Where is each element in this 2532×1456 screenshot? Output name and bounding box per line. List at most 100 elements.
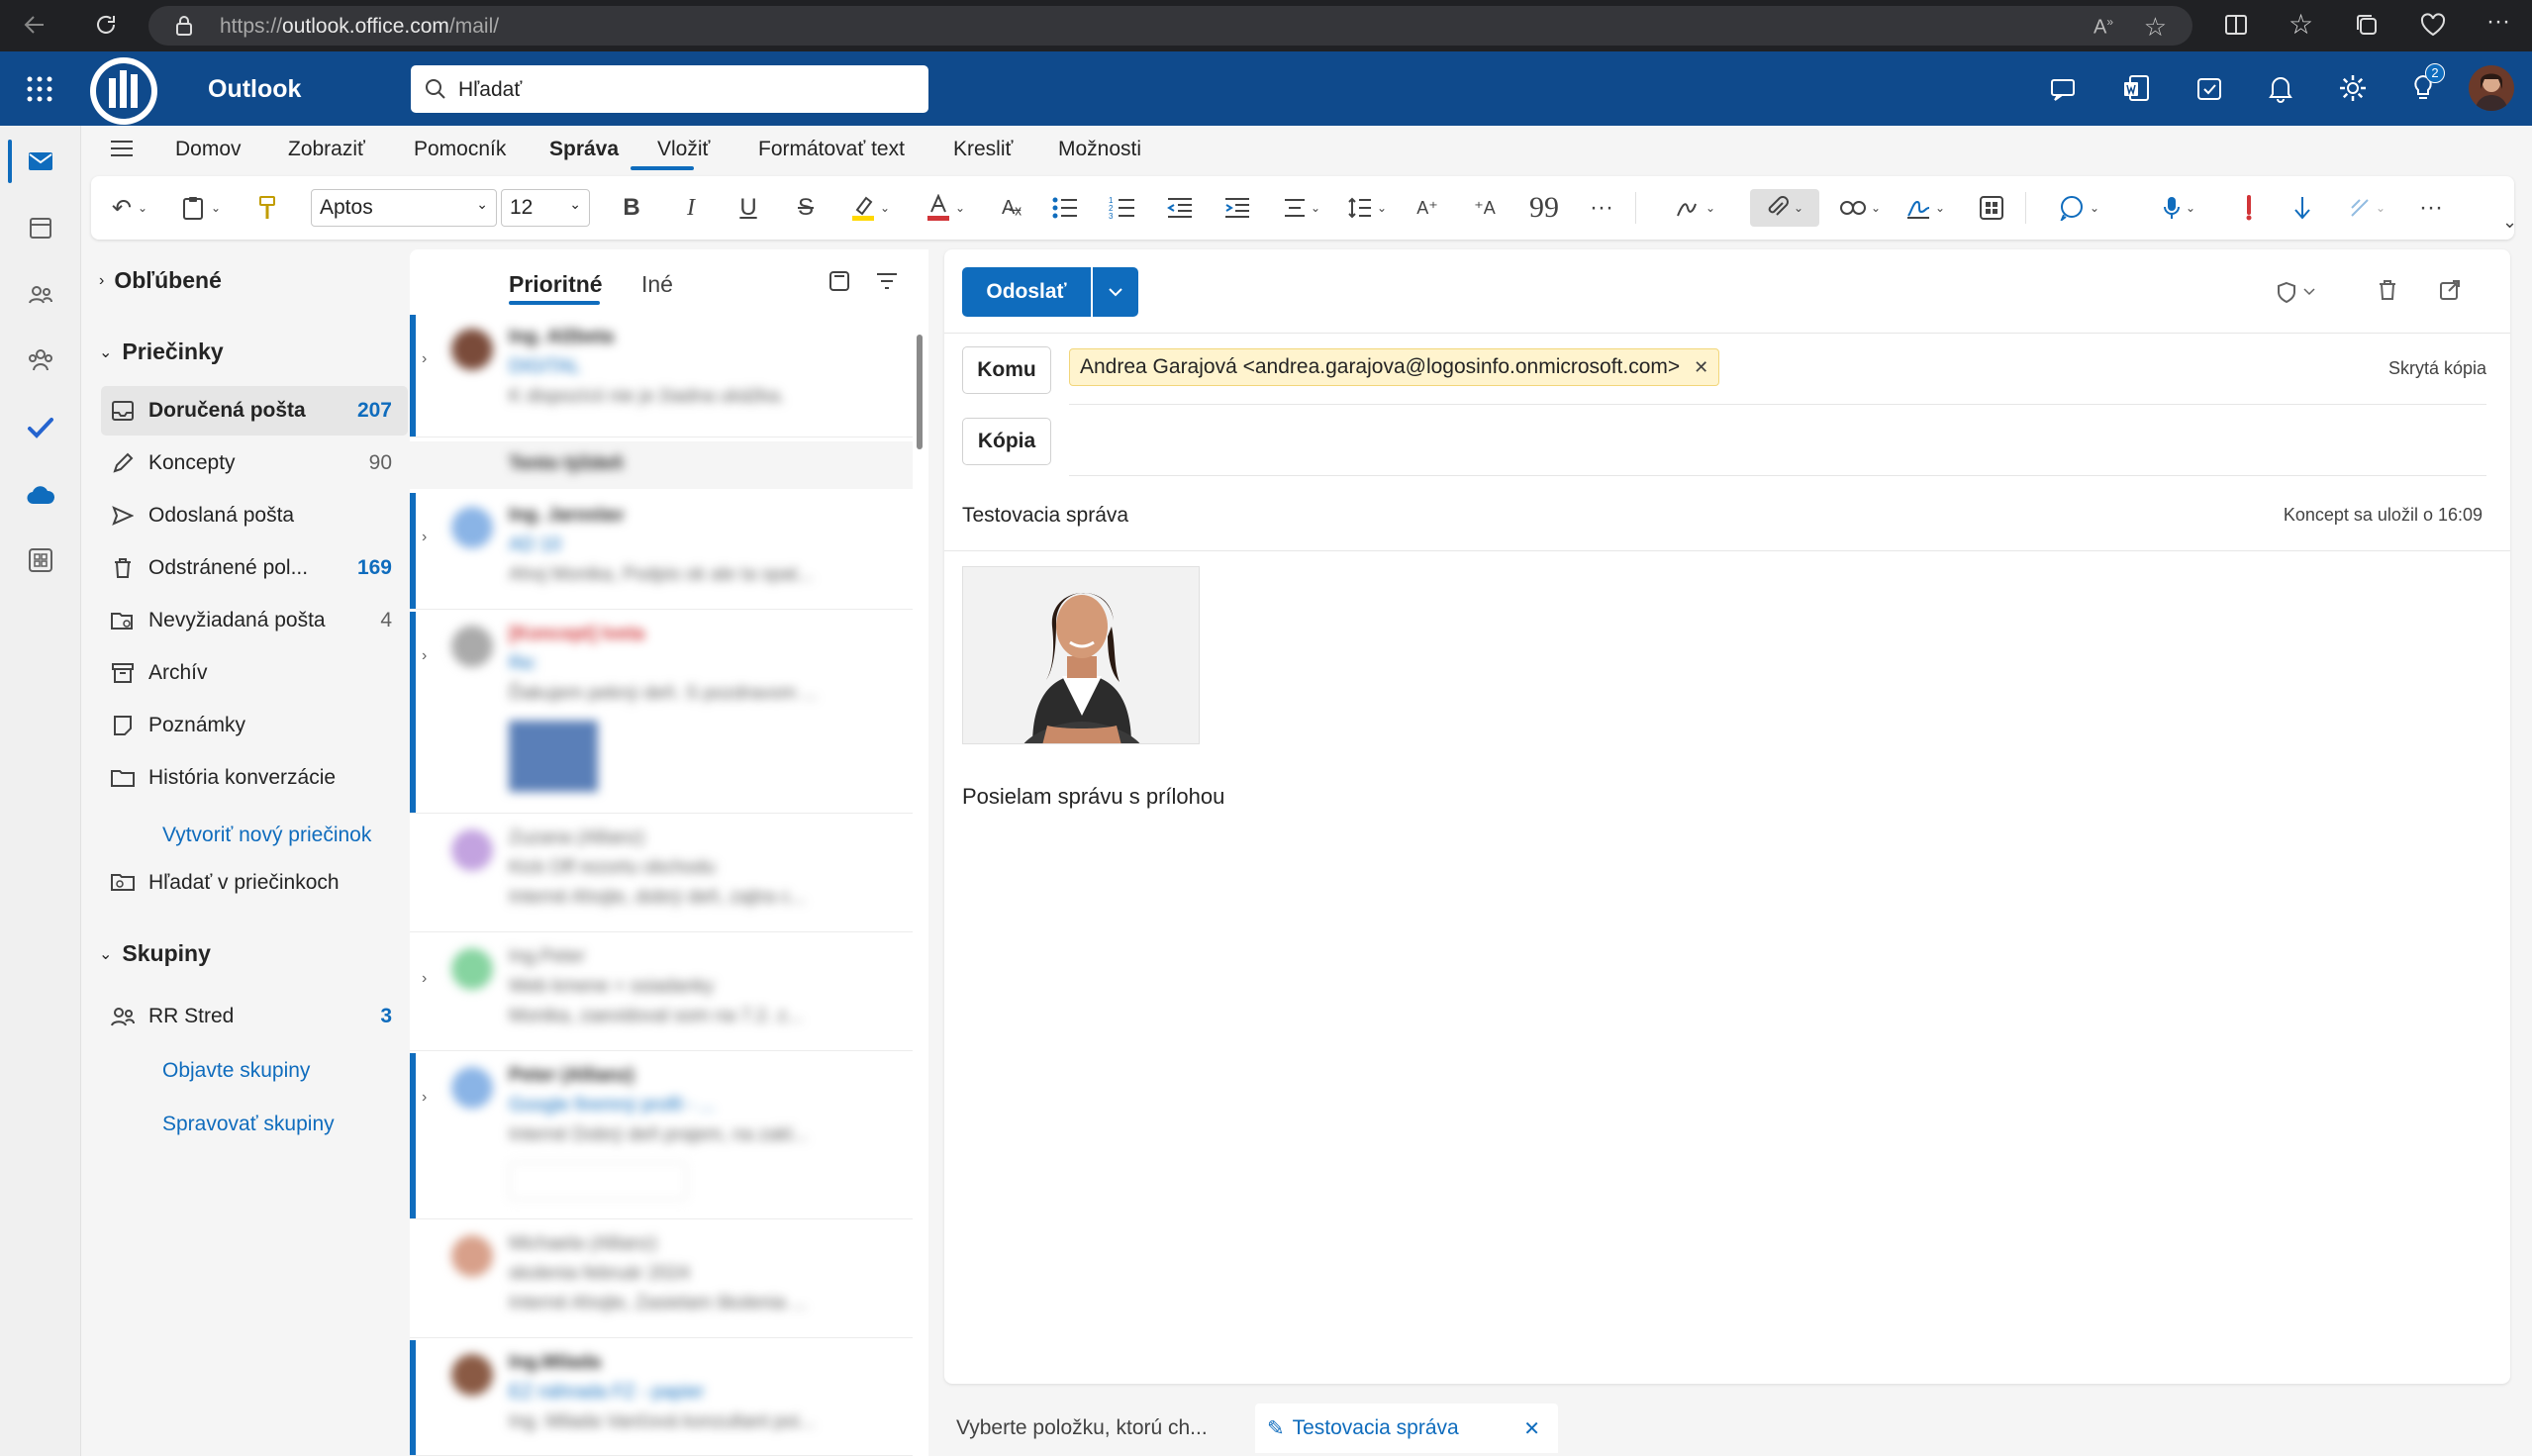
font-size-select[interactable]: 12 ⌄ (501, 189, 590, 227)
my-day-icon[interactable] (2195, 75, 2223, 103)
sensitivity-icon[interactable]: ⌄ (2340, 189, 2393, 227)
tab-moznosti[interactable]: Možnosti (1058, 138, 1141, 161)
recipient-chip[interactable]: Andrea Garajová <andrea.garajova@logosin… (1069, 348, 1720, 386)
search-box[interactable]: Hľadať (411, 65, 928, 113)
groups-group[interactable]: ⌄ Skupiny (99, 940, 211, 967)
more-options-icon[interactable]: ··· (2413, 189, 2449, 227)
more-format-icon[interactable]: ··· (1584, 189, 1619, 227)
folder-deleted[interactable]: Odstránené pol... 169 (101, 543, 408, 593)
filter-icon[interactable] (875, 271, 899, 291)
favorite-star-icon[interactable]: ☆ (2144, 12, 2167, 43)
list-item[interactable]: Ing.Milada EZ náhrada FZ - papier Ing. M… (410, 1340, 913, 1456)
quote-icon[interactable]: 99 (1526, 189, 1562, 227)
folder-archive[interactable]: Archív (101, 648, 408, 698)
manage-groups-link[interactable]: Spravovať skupiny (162, 1113, 335, 1136)
rtl-direction-icon[interactable]: ⁺A (1467, 189, 1503, 227)
teams-chat-icon[interactable] (2049, 75, 2077, 103)
font-color-icon[interactable]: ⌄ (921, 189, 970, 227)
increase-indent-icon[interactable] (1219, 189, 1255, 227)
favorites-icon[interactable]: ☆ (2289, 8, 2313, 41)
list-item[interactable]: › Ing.Peter Web kmene + ssiadanky Monika… (410, 934, 913, 1051)
tab-draft[interactable]: ✎ Testovacia správa ✕ (1255, 1404, 1558, 1453)
copilot-icon[interactable]: ⌄ (2049, 189, 2108, 227)
low-importance-icon[interactable] (2285, 189, 2320, 227)
ltr-direction-icon[interactable]: A⁺ (1410, 189, 1445, 227)
tab-kreslit[interactable]: Kresliť (953, 138, 1013, 161)
paste-icon[interactable]: ⌄ (176, 189, 226, 227)
line-spacing-icon[interactable]: ⌄ (1342, 189, 1392, 227)
format-painter-icon[interactable] (249, 189, 285, 227)
list-item[interactable]: › [Koncept] Iveta Re: Ďakujem pekný deň.… (410, 612, 913, 814)
calendar-icon[interactable] (20, 207, 61, 248)
refresh-icon[interactable] (93, 12, 119, 38)
message-body[interactable]: Posielam správu s prílohou (962, 784, 1224, 810)
subject-field[interactable]: Testovacia správa (962, 504, 1128, 528)
search-folders[interactable]: Hľadať v priečinkoch (101, 858, 408, 908)
folders-group[interactable]: ⌄ Priečinky (99, 339, 224, 365)
underline-icon[interactable]: U (730, 189, 766, 227)
discard-trash-icon[interactable] (2378, 279, 2397, 301)
folder-sent[interactable]: Odoslaná pošta (101, 491, 408, 540)
tab-other[interactable]: Iné (641, 271, 673, 298)
split-screen-icon[interactable] (2223, 12, 2249, 38)
mail-icon[interactable] (20, 141, 61, 182)
ribbon-expand-chevron-icon[interactable]: ⌄ (2502, 212, 2517, 233)
font-name-select[interactable]: Aptos ⌄ (311, 189, 497, 227)
inline-image[interactable] (962, 566, 1200, 744)
tab-vlozit[interactable]: Vložiť (657, 138, 710, 161)
user-avatar[interactable] (2469, 65, 2514, 111)
create-new-folder-link[interactable]: Vytvoriť nový priečinok (162, 824, 371, 847)
dictate-microphone-icon[interactable]: ⌄ (2152, 189, 2205, 227)
scrollbar-thumb[interactable] (917, 335, 923, 449)
folder-inbox[interactable]: Doručená pošta 207 (101, 386, 408, 436)
groups-icon[interactable] (20, 340, 61, 381)
hamburger-menu-icon[interactable] (109, 138, 135, 159)
editor-icon[interactable]: ⌄ (1669, 189, 1722, 227)
bullets-icon[interactable] (1047, 189, 1083, 227)
select-mode-icon[interactable] (828, 269, 851, 293)
strikethrough-icon[interactable]: S (788, 189, 824, 227)
numbering-icon[interactable]: 123 (1105, 189, 1140, 227)
tab-sprava[interactable]: Správa (549, 138, 619, 161)
list-item[interactable]: › Peter (Allianz) Google firemný profil … (410, 1053, 913, 1219)
todo-check-icon[interactable] (20, 407, 61, 448)
more-apps-icon[interactable] (20, 539, 61, 581)
send-button[interactable]: Odoslať (962, 267, 1091, 317)
folder-conversation-history[interactable]: História konverzácie (101, 753, 408, 803)
link-icon[interactable]: ⌄ (1833, 189, 1887, 227)
list-item[interactable]: Zuzana (Allianz) Kick Off rezortu obchod… (410, 816, 913, 932)
search-input[interactable]: Hľadať (458, 78, 522, 102)
clear-formatting-icon[interactable]: A̶ₓ (994, 189, 1029, 227)
italic-icon[interactable]: I (673, 189, 709, 227)
folder-drafts[interactable]: Koncepty 90 (101, 438, 408, 488)
app-launcher-icon[interactable] (26, 75, 53, 103)
list-item[interactable]: › Ing. Alžbeta DIGITAL K dispozícii nie … (410, 315, 913, 437)
word-icon[interactable] (2122, 73, 2150, 103)
highlight-icon[interactable]: ⌄ (845, 189, 895, 227)
read-aloud-icon[interactable]: A» (2094, 15, 2113, 40)
signature-icon[interactable]: ⌄ (1899, 189, 1952, 227)
browser-menu-icon[interactable]: ··· (2486, 8, 2510, 36)
collections-icon[interactable] (2354, 12, 2380, 38)
tab-zobrazit[interactable]: Zobraziť (288, 138, 365, 161)
onedrive-cloud-icon[interactable] (20, 474, 61, 516)
high-importance-icon[interactable] (2231, 189, 2267, 227)
bold-icon[interactable]: B (614, 189, 649, 227)
folder-junk[interactable]: Nevyžiadaná pošta 4 (101, 596, 408, 645)
bell-icon[interactable] (2267, 73, 2294, 103)
app-name[interactable]: Outlook (208, 75, 301, 104)
apps-icon[interactable] (1974, 189, 2009, 227)
to-button[interactable]: Komu (962, 346, 1051, 394)
tab-domov[interactable]: Domov (175, 138, 242, 161)
send-options-button[interactable] (1093, 267, 1138, 317)
align-icon[interactable]: ⌄ (1277, 189, 1326, 227)
favorites-group[interactable]: › Obľúbené (99, 267, 222, 294)
address-bar[interactable]: https://outlook.office.com/mail/ A» ☆ (148, 6, 2192, 46)
browser-essentials-icon[interactable] (2419, 12, 2447, 38)
group-rr-stred[interactable]: RR Stred 3 (101, 992, 408, 1041)
remove-recipient-icon[interactable]: ✕ (1694, 357, 1708, 378)
back-icon[interactable] (22, 12, 48, 38)
list-item[interactable]: Michaela (Allianz) skolenia február 2024… (410, 1221, 913, 1338)
list-item[interactable]: › Ing. Jaroslav AD 10 Ahoj Monika, Podpi… (410, 493, 913, 610)
company-logo[interactable] (87, 54, 160, 128)
